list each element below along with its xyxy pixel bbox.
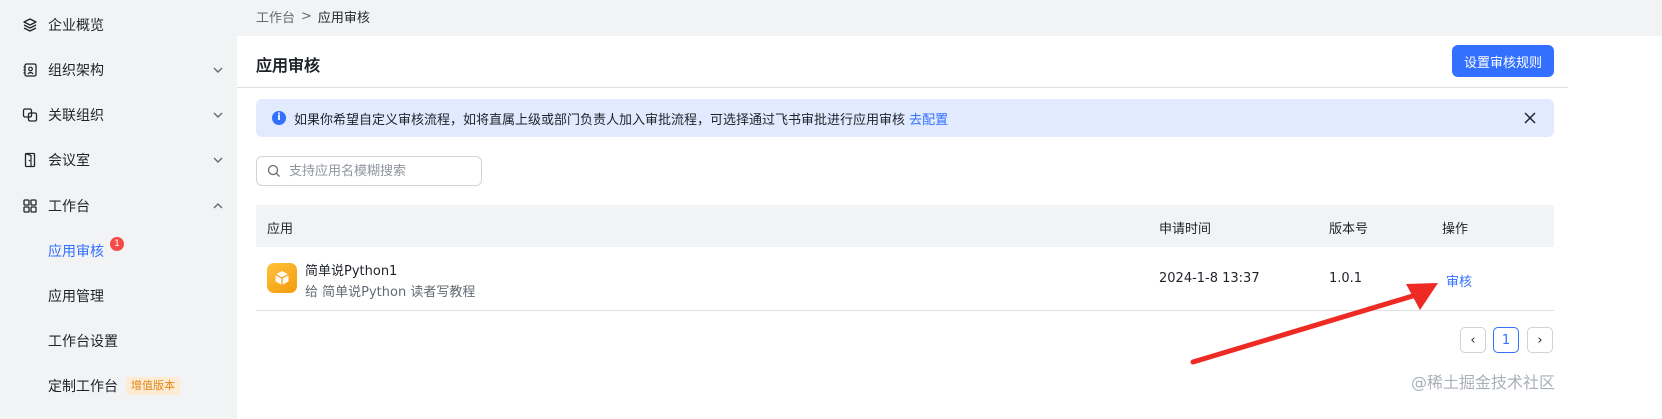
main-header: 应用审核 设置审核规则 [237,36,1568,88]
apply-time: 2024-1-8 13:37 [1159,271,1260,286]
sidebar-subitem-app-management[interactable]: 应用管理 [0,274,237,318]
sidebar-subitem-label: 定制工作台 [48,379,118,395]
sidebar-item-label: 组织架构 [48,63,104,79]
app-name: 简单说Python1 [305,264,398,279]
pager-next-button[interactable]: › [1527,327,1553,353]
configure-link[interactable]: 去配置 [909,113,948,128]
search-icon [267,164,280,177]
chevron-up-icon [213,203,223,209]
col-header-version: 版本号 [1329,222,1369,237]
set-review-rules-button[interactable]: 设置审核规则 [1452,45,1554,77]
review-link[interactable]: 审核 [1446,271,1472,290]
sidebar-subitem-label: 工作台设置 [48,334,118,350]
chevron-down-icon [213,157,223,163]
pager-page-button[interactable]: 1 [1493,327,1519,353]
watermark: @稀土掘金技术社区 [1411,373,1556,392]
table-row: 简单说Python1 给 简单说Python 读者写教程 2024-1-8 13… [256,247,1554,311]
notification-badge: 1 [110,237,124,251]
close-icon[interactable] [1522,110,1538,126]
pager-prev-button[interactable]: ‹ [1460,327,1486,353]
sidebar-item-workbench[interactable]: 工作台 [0,184,237,228]
premium-tag: 增值版本 [126,377,180,395]
info-icon: i [272,111,286,125]
app-box-icon [267,263,297,293]
chevron-down-icon [213,112,223,118]
breadcrumb-root[interactable]: 工作台 [256,7,295,26]
sidebar-subitem-label: 应用审核 [48,244,104,260]
sidebar-subitem-custom-workbench[interactable]: 定制工作台 增值版本 [0,364,237,408]
sidebar-item-label: 关联组织 [48,108,104,124]
sidebar-item-label: 会议室 [48,153,90,169]
col-header-action: 操作 [1442,222,1469,237]
sidebar-item-label: 工作台 [48,199,90,215]
sidebar-subitem-workbench-settings[interactable]: 工作台设置 [0,319,237,363]
main-panel: 应用审核 设置审核规则 i 如果你希望自定义审核流程，如将直属上级或部门负责人加… [237,36,1662,419]
chevron-down-icon [213,67,223,73]
breadcrumb-current: 应用审核 [317,10,370,26]
breadcrumb: 工作台 > 应用审核 [256,0,370,32]
search-box[interactable] [256,156,482,186]
app-version: 1.0.1 [1329,271,1363,286]
linked-org-icon [22,107,38,123]
sidebar-item-org-structure[interactable]: 组织架构 [0,48,237,92]
col-header-time: 申请时间 [1159,222,1212,237]
contacts-book-icon [22,62,38,78]
door-icon [22,152,38,168]
search-input[interactable] [289,161,475,181]
app-description: 给 简单说Python 读者写教程 [305,285,476,300]
sidebar-item-label: 企业概览 [48,18,104,34]
col-header-app: 应用 [267,222,294,237]
sidebar-subitem-app-review[interactable]: 应用审核 1 [0,229,237,273]
sidebar-item-overview[interactable]: 企业概览 [0,3,237,47]
sidebar-subitem-label: 应用管理 [48,289,104,305]
table-header: 应用 申请时间 版本号 操作 [256,205,1554,247]
notice-message: 如果你希望自定义审核流程，如将直属上级或部门负责人加入审批流程，可选择通过飞书审… [294,109,948,128]
sidebar-item-linked-org[interactable]: 关联组织 [0,93,237,137]
breadcrumb-separator: > [301,8,312,24]
sidebar: 企业概览 组织架构 关联组织 会议室 工作台 应用审核 1 应用管理 工作台设置… [0,0,237,419]
sidebar-item-meeting-room[interactable]: 会议室 [0,138,237,182]
page-title: 应用审核 [256,56,321,75]
layers-icon [22,17,38,33]
notice-text: 如果你希望自定义审核流程，如将直属上级或部门负责人加入审批流程，可选择通过飞书审… [294,112,906,128]
grid-icon [22,198,38,214]
info-notice: i 如果你希望自定义审核流程，如将直属上级或部门负责人加入审批流程，可选择通过飞… [256,99,1554,137]
